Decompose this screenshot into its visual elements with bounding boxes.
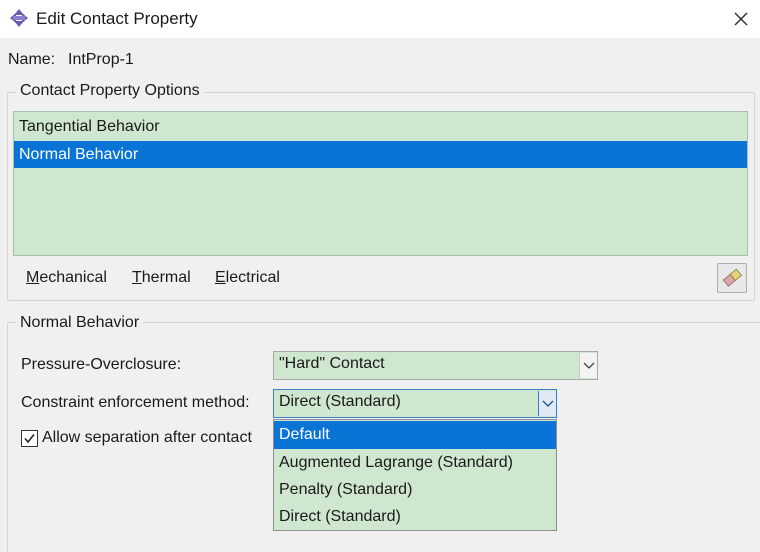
allow-separation-label: Allow separation after contact (42, 429, 252, 446)
pressure-overclosure-label: Pressure-Overclosure: (21, 356, 182, 373)
constraint-method-select[interactable]: Direct (Standard) (273, 389, 557, 418)
app-arrows-icon (10, 9, 28, 27)
dropdown-option-penalty[interactable]: Penalty (Standard) (274, 476, 556, 504)
name-value: IntProp-1 (68, 51, 134, 68)
constraint-method-dropdown-list[interactable]: Default Augmented Lagrange (Standard) Pe… (273, 419, 557, 531)
pressure-overclosure-value: "Hard" Contact (279, 355, 385, 372)
pressure-dropdown-button[interactable] (579, 353, 597, 378)
dropdown-option-direct[interactable]: Direct (Standard) (274, 503, 556, 531)
contact-property-options-list[interactable]: Tangential Behavior Normal Behavior (13, 111, 748, 256)
chevron-down-icon (583, 362, 595, 369)
dropdown-option-default[interactable]: Default (274, 421, 556, 449)
options-group-title: Contact Property Options (16, 82, 204, 100)
constraint-method-value: Direct (Standard) (279, 393, 401, 410)
eraser-icon (722, 268, 743, 287)
menu-mechanical[interactable]: Mechanical (26, 269, 107, 287)
title-bar: Edit Contact Property (0, 0, 760, 38)
dropdown-option-augmented-lagrange[interactable]: Augmented Lagrange (Standard) (274, 449, 556, 477)
constraint-dropdown-button[interactable] (538, 391, 556, 416)
chevron-down-icon (542, 400, 554, 407)
checkmark-icon (24, 434, 35, 444)
close-icon (734, 12, 748, 26)
window-title: Edit Contact Property (36, 9, 198, 28)
close-button[interactable] (726, 4, 756, 34)
list-item-normal-behavior[interactable]: Normal Behavior (14, 141, 747, 168)
normal-behavior-group-title: Normal Behavior (16, 314, 144, 332)
allow-separation-checkbox[interactable] (21, 430, 38, 447)
name-label: Name: (8, 51, 56, 68)
menu-electrical[interactable]: Electrical (215, 269, 280, 287)
delete-behavior-button[interactable] (717, 263, 747, 293)
pressure-overclosure-select[interactable]: "Hard" Contact (273, 351, 598, 380)
menu-thermal[interactable]: Thermal (132, 269, 191, 287)
constraint-method-label: Constraint enforcement method: (21, 394, 250, 411)
list-item-tangential-behavior[interactable]: Tangential Behavior (14, 113, 747, 140)
